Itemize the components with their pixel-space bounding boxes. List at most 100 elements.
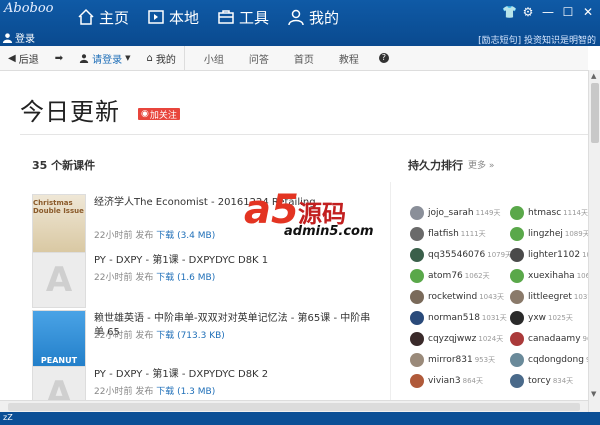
ranking-username[interactable]: rocketwind <box>428 292 477 302</box>
ranking-username[interactable]: lingzhej <box>528 229 563 239</box>
scroll-thumb-horizontal[interactable] <box>8 403 580 411</box>
ranking-item[interactable]: yxw 1025天 <box>510 307 588 328</box>
link-home[interactable]: 首页 <box>283 51 325 66</box>
link-qa[interactable]: 问答 <box>238 51 280 66</box>
maximize-button[interactable]: ☐ <box>562 5 574 19</box>
ranking-username[interactable]: atom76 <box>428 271 463 281</box>
avatar[interactable] <box>510 310 524 325</box>
course-item[interactable]: A PY - DXPY - 第1课 - DXPYDYC D8K 1 22小时前 … <box>32 252 372 308</box>
ranking-item[interactable]: htmasc 1114天 <box>510 202 588 223</box>
ranking-item[interactable]: torcy 834天 <box>510 370 588 391</box>
ranking-item[interactable]: rocketwind 1043天 <box>410 286 510 307</box>
avatar[interactable] <box>410 352 424 367</box>
help-icon[interactable]: ? <box>378 53 389 63</box>
ranking-item[interactable]: flatfish 1111天 <box>410 223 510 244</box>
course-cover[interactable]: A <box>32 252 86 308</box>
link-tutorial[interactable]: 教程 <box>328 51 370 66</box>
avatar[interactable] <box>410 268 424 283</box>
download-link[interactable]: 下载 (1.3 MB) <box>156 387 215 397</box>
login-area[interactable]: 登录 <box>2 30 35 45</box>
avatar[interactable] <box>410 247 424 262</box>
ranking-item[interactable]: littleegret1037天 <box>510 286 588 307</box>
back-button[interactable]: ◀ 后退 <box>0 51 47 66</box>
avatar[interactable] <box>410 373 424 388</box>
more-link[interactable]: 更多 » <box>468 158 494 171</box>
avatar[interactable] <box>510 289 524 304</box>
download-link[interactable]: 下载 (3.4 MB) <box>156 231 215 241</box>
avatar[interactable] <box>510 352 524 367</box>
course-title[interactable]: PY - DXPY - 第1课 - DXPYDYC D8K 2 <box>94 368 374 382</box>
ranking-username[interactable]: htmasc <box>528 208 561 218</box>
ranking-item[interactable]: xuexihaha1061天 <box>510 265 588 286</box>
download-link[interactable]: 下载 (713.3 KB) <box>156 331 225 341</box>
ranking-item[interactable]: atom76 1062天 <box>410 265 510 286</box>
ranking-item[interactable]: qq35546076 1079天 <box>410 244 512 265</box>
mine-button[interactable]: ⌂ 我的 <box>138 51 183 66</box>
ranking-item[interactable]: lingzhej 1089天 <box>510 223 588 244</box>
follow-button[interactable]: ◉ 加关注 <box>138 108 180 121</box>
ranking-username[interactable]: xuexihaha <box>528 271 575 281</box>
ranking-username[interactable]: cqyzqjwwz <box>428 334 476 344</box>
course-title[interactable]: PY - DXPY - 第1课 - DXPYDYC D8K 1 <box>94 254 374 268</box>
scroll-thumb[interactable] <box>591 83 599 143</box>
ranking-username[interactable]: flatfish <box>428 229 459 239</box>
avatar[interactable] <box>510 226 524 241</box>
avatar[interactable] <box>410 331 424 346</box>
skin-icon[interactable]: 👕 <box>502 5 517 19</box>
course-item[interactable]: PEANUT 赖世雄英语 - 中阶串单-双双对对英单记忆法 - 第65课 - 中… <box>32 310 372 372</box>
ranking-item[interactable]: mirror831 953天 <box>410 349 510 370</box>
avatar[interactable] <box>510 247 524 262</box>
ranking-days: 1114天 <box>563 208 588 217</box>
motto-notice[interactable]: [励志短句] 投资知识是明智的 <box>478 33 596 46</box>
nav-home[interactable]: 主页 <box>75 6 131 28</box>
gear-icon[interactable]: ⚙ <box>522 5 534 19</box>
ranking-item[interactable]: canadaamy969天 <box>510 328 588 349</box>
ranking-username[interactable]: canadaamy <box>528 334 581 344</box>
minimize-button[interactable]: — <box>542 5 554 19</box>
vertical-scrollbar[interactable]: ▲ ▼ <box>588 70 600 412</box>
avatar[interactable] <box>410 310 424 325</box>
ranking-item[interactable]: lighter11021064天 <box>510 244 588 265</box>
avatar[interactable] <box>410 226 424 241</box>
ranking-days: 864天 <box>462 376 483 385</box>
download-link[interactable]: 下载 (1.6 MB) <box>156 273 215 283</box>
ranking-username[interactable]: lighter1102 <box>528 250 580 260</box>
link-groups[interactable]: 小组 <box>193 51 235 66</box>
nav-tools[interactable]: 工具 <box>215 6 271 28</box>
avatar[interactable] <box>410 289 424 304</box>
ranking-username[interactable]: littleegret <box>528 292 572 302</box>
ranking-username[interactable]: qq35546076 <box>428 250 485 260</box>
ranking-item[interactable]: vivian3 864天 <box>410 370 510 391</box>
ranking-username[interactable]: yxw <box>528 313 546 323</box>
avatar[interactable] <box>410 205 424 220</box>
course-cover[interactable]: PEANUT <box>32 310 86 372</box>
folder-icon <box>148 10 164 24</box>
forward-button[interactable]: ➡ <box>47 53 71 64</box>
scroll-down-icon[interactable]: ▼ <box>591 390 596 398</box>
ranking-username[interactable]: cqdongdong <box>528 355 584 365</box>
ranking-username[interactable]: norman518 <box>428 313 480 323</box>
nav-local[interactable]: 本地 <box>145 6 201 28</box>
avatar[interactable] <box>510 205 524 220</box>
course-cover[interactable]: Christmas Double Issue <box>32 194 86 254</box>
nav-home-label: 主页 <box>99 8 130 27</box>
ranking-item[interactable]: norman518 1031天 <box>410 307 510 328</box>
ranking-username[interactable]: vivian3 <box>428 376 461 386</box>
ranking-username[interactable]: torcy <box>528 376 551 386</box>
ranking-item[interactable]: jojo_sarah 1149天 <box>410 202 510 223</box>
ranking-username[interactable]: jojo_sarah <box>428 208 474 218</box>
nav-mine[interactable]: 我的 <box>285 6 341 28</box>
avatar[interactable] <box>510 331 524 346</box>
login-label: 登录 <box>15 34 35 45</box>
ranking-item[interactable]: cqdongdong929天 <box>510 349 588 370</box>
ranking-username[interactable]: mirror831 <box>428 355 473 365</box>
course-time: 22小时前 发布 <box>94 273 154 283</box>
close-button[interactable]: ✕ <box>582 5 594 19</box>
login-dropdown[interactable]: 请登录 ▼ <box>71 51 138 66</box>
course-time: 22小时前 发布 <box>94 231 154 241</box>
scroll-up-icon[interactable]: ▲ <box>591 72 596 80</box>
ranking-item[interactable]: cqyzqjwwz 1024天 <box>410 328 510 349</box>
avatar[interactable] <box>510 268 524 283</box>
sleep-status[interactable]: zZ <box>3 413 13 422</box>
avatar[interactable] <box>510 373 524 388</box>
